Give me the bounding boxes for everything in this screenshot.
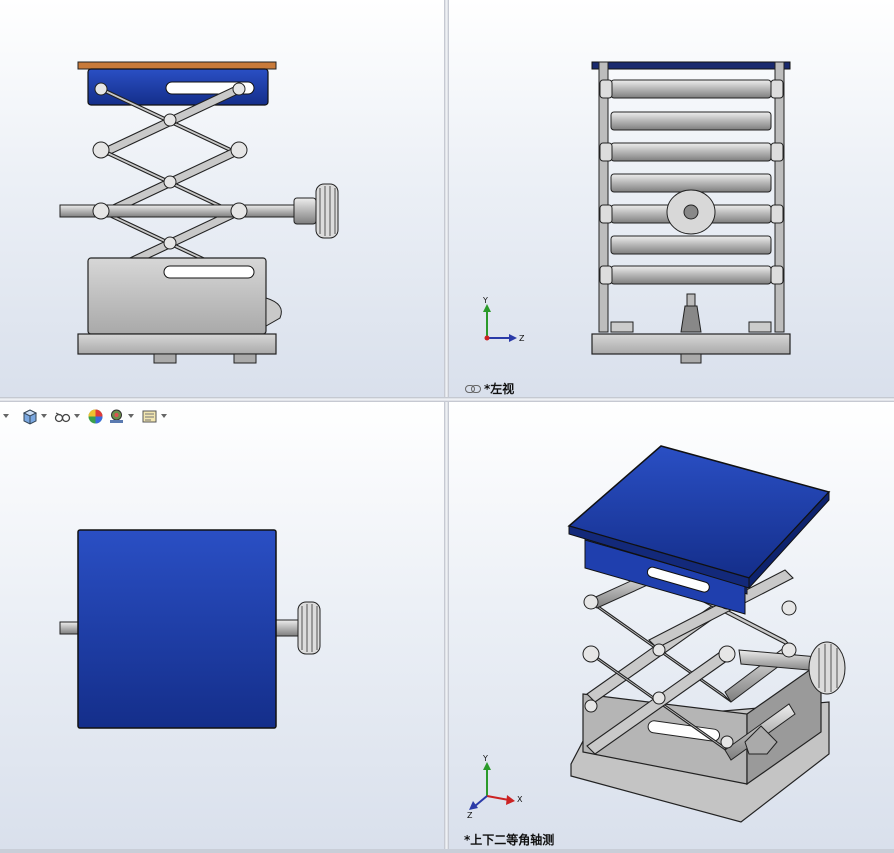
viewport-splitter-horizontal[interactable] [0,397,894,402]
triad [469,762,515,810]
bottom-edge [0,849,894,853]
viewport-isometric[interactable]: Y X Z *上下二等角轴测 [449,402,894,849]
triad-y-label: Y [482,754,488,763]
view-label-left: *左视 [465,380,514,397]
triad [483,304,517,342]
view-name-left: *左视 [484,382,515,396]
cad-four-view-window: Y Z *左视 Y X Z *上下二等角轴测 [0,0,894,853]
triad-y-label: Y [482,296,488,305]
viewport-left[interactable]: Y Z *左视 [449,0,894,397]
lab-jack-top-model [59,529,321,729]
link-view-icon[interactable] [465,384,481,393]
viewport-top[interactable] [0,402,444,849]
triad-z-label: Z [519,334,525,343]
triad-z-label: Z [467,811,473,820]
view-name-isometric: *上下二等角轴测 [464,833,555,847]
viewport-front[interactable] [0,0,444,397]
lab-jack-front-model [59,61,339,364]
lab-jack-left-model: Y Z [482,61,791,364]
triad-x-label: X [517,795,523,804]
lab-jack-isometric-model: Y X Z [467,445,846,823]
viewport-splitter-vertical[interactable] [444,0,449,853]
